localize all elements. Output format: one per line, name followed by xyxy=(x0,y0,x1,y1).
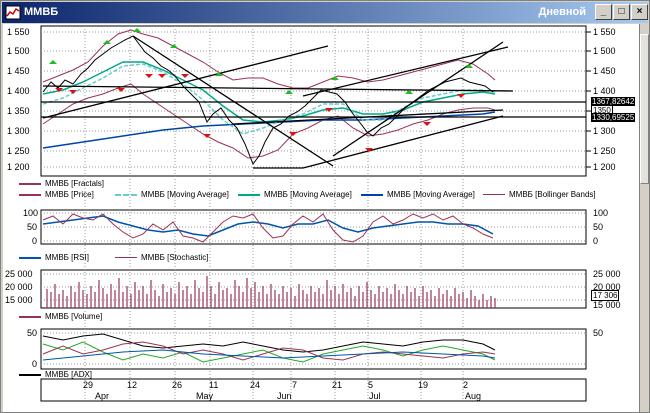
close-icon: × xyxy=(636,6,643,17)
price-y-tick-right: 1 450 xyxy=(593,66,616,76)
legend-ma-mid: ММВБ [Moving Average] xyxy=(238,190,352,199)
volume-y-tick-right: 15 000 xyxy=(593,300,621,310)
chart-app-icon xyxy=(5,5,21,20)
legend-swatch xyxy=(19,315,41,318)
price-y-tick-right: 1 300 xyxy=(593,126,616,136)
x-day-label: 2 xyxy=(463,380,469,390)
x-month-label: Jul xyxy=(369,391,381,401)
x-month-label: Apr xyxy=(95,391,110,401)
x-day-label: 11 xyxy=(209,380,219,390)
legend-swatch xyxy=(19,193,41,196)
x-day-label: 26 xyxy=(172,380,183,390)
maximize-icon: □ xyxy=(618,6,625,17)
price-y-tick: 1 550 xyxy=(7,27,30,37)
legend-stochastic: ММВБ [Stochastic] xyxy=(115,253,209,262)
x-day-label: 12 xyxy=(127,380,138,390)
support-price-label: 1330,69525 xyxy=(591,113,636,122)
x-month-label: Aug xyxy=(465,391,482,401)
legend-swatch xyxy=(483,194,505,196)
legend-ma-short: ММВБ [Moving Average] xyxy=(115,190,229,199)
price-y-tick-right: 1 500 xyxy=(593,46,616,56)
osc-y-tick: 50 xyxy=(27,222,38,232)
legend-adx: ММВБ [ADX] xyxy=(19,370,92,379)
x-month-label: May xyxy=(196,391,214,401)
price-y-tick: 1 300 xyxy=(7,126,30,136)
chart-canvas[interactable] xyxy=(3,24,639,412)
legend-rsi: ММВБ [RSI] xyxy=(19,253,89,262)
volume-y-tick-right: 25 000 xyxy=(593,269,621,279)
scrollbar-thumb[interactable] xyxy=(640,34,649,184)
minimize-icon: _ xyxy=(600,6,607,17)
price-y-tick-right: 1 550 xyxy=(593,27,616,37)
legend-swatch xyxy=(238,193,260,196)
x-month-label: Jun xyxy=(277,391,292,401)
price-y-tick: 1 350 xyxy=(7,106,30,116)
legend-swatch xyxy=(361,193,383,196)
minimize-button[interactable]: _ xyxy=(595,4,612,20)
price-y-tick: 1 250 xyxy=(7,146,30,156)
current-volume-label: 17 306 xyxy=(591,290,620,301)
volume-y-tick: 20 000 xyxy=(5,282,33,292)
timeframe-label: Дневной xyxy=(538,6,587,18)
osc-y-tick-right: 0 xyxy=(593,236,599,246)
x-day-label: 24 xyxy=(250,380,261,390)
osc-y-tick: 0 xyxy=(32,236,38,246)
x-day-label: 7 xyxy=(292,380,298,390)
volume-y-tick: 15 000 xyxy=(5,295,33,305)
close-button[interactable]: × xyxy=(631,4,648,20)
legend-swatch xyxy=(19,373,41,376)
legend-price: ММВБ [Price] xyxy=(19,190,94,199)
legend-swatch xyxy=(19,256,41,259)
legend-swatch xyxy=(115,257,137,259)
price-y-tick-right: 1 250 xyxy=(593,146,616,156)
legend-ma-long: ММВБ [Moving Average] xyxy=(361,190,475,199)
legend-fractals: ММВБ [Fractals] xyxy=(19,179,104,188)
adx-panel-frame xyxy=(40,328,587,370)
chart-window: ММВБ Дневной _ □ × 1 550 1 500 1 450 1 4… xyxy=(0,0,650,413)
price-y-tick: 1 400 xyxy=(7,86,30,96)
legend-swatch xyxy=(115,193,137,196)
x-axis-frame xyxy=(40,378,587,402)
title-bar[interactable]: ММВБ Дневной _ □ × xyxy=(2,2,648,23)
legend-volume: ММВБ [Volume] xyxy=(19,312,102,321)
adx-y-tick: 0 xyxy=(32,359,38,369)
legend-swatch xyxy=(19,182,41,185)
x-day-label: 5 xyxy=(368,380,374,390)
x-day-label: 21 xyxy=(332,380,343,390)
x-day-label: 19 xyxy=(418,380,429,390)
osc-y-tick-right: 100 xyxy=(593,208,609,218)
volume-y-tick: 25 000 xyxy=(5,269,33,279)
adx-y-tick: 50 xyxy=(27,328,38,338)
osc-y-tick-right: 50 xyxy=(593,222,604,232)
legend-bollinger: ММВБ [Bollinger Bands] xyxy=(483,190,596,199)
price-y-tick: 1 450 xyxy=(7,66,30,76)
price-y-tick: 1 200 xyxy=(7,162,30,172)
maximize-button[interactable]: □ xyxy=(613,4,630,20)
price-y-tick-right: 1 400 xyxy=(593,86,616,96)
osc-y-tick: 100 xyxy=(23,208,39,218)
chart-client-area[interactable]: 1 550 1 500 1 450 1 400 1 350 1 300 1 25… xyxy=(3,24,639,412)
x-day-label: 29 xyxy=(83,380,94,390)
price-y-tick-right: 1 200 xyxy=(593,162,616,172)
vertical-scrollbar[interactable] xyxy=(639,24,649,412)
price-y-tick: 1 500 xyxy=(7,46,30,56)
window-title: ММВБ xyxy=(24,6,59,18)
adx-y-tick-right: 50 xyxy=(593,328,604,338)
